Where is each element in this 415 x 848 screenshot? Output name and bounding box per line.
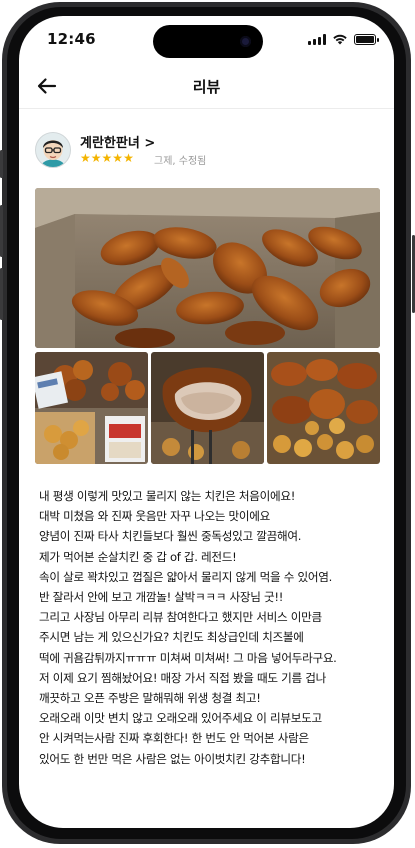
review-photo-thumbnail[interactable]: [151, 352, 264, 464]
wifi-icon: [333, 34, 347, 45]
review-text-line: 그리고 사장님 아무리 리뷰 참여한다고 했지만 서비스 이만큼: [39, 610, 322, 625]
review-body: 내 평생 이렇게 맛있고 물리지 않는 치킨은 처음이에요! 대박 미쳤음 와 진…: [39, 486, 379, 769]
rating-stars: ★ ★ ★ ★ ★: [80, 151, 134, 165]
review-text-line: 양념이 진짜 타사 치킨들보다 훨씬 중독성있고 깔끔해여.: [39, 529, 302, 544]
review-text-line: 안 시켜먹는사람 진짜 후회한다! 한 번도 안 먹어본 사람은: [39, 731, 309, 746]
author-name[interactable]: 계란한판녀 >: [80, 132, 155, 151]
avatar-illustration: [36, 133, 70, 167]
star-icon: ★: [112, 151, 124, 165]
battery-icon: [354, 33, 379, 45]
review-text-line: 속이 살로 꽉차있고 껍질은 얇아서 물리지 않게 먹을 수 있어염.: [39, 569, 333, 584]
review-text-line: 떡에 귀욤감튀까지ㅠㅠㅠ 미쳐써 미쳐써! 그 마음 넣어두라구요.: [39, 650, 337, 665]
action-button: [0, 150, 3, 178]
star-icon: ★: [90, 151, 102, 165]
volume-down-button: [0, 268, 3, 320]
review-photo-thumbnail[interactable]: [267, 352, 380, 464]
review-text-line: 저 이제 요기 찜해놨어요! 매장 가서 직접 봤을 때도 기름 겁나: [39, 670, 326, 685]
review-text-line: 내 평생 이렇게 맛있고 물리지 않는 치킨은 처음이에요!: [39, 489, 296, 503]
review-text-line: 깨끗하고 오픈 주방은 말해뭐해 위생 청결 최고!: [39, 691, 261, 706]
top-nav-bar: 리뷰: [19, 64, 394, 109]
avatar[interactable]: [35, 132, 71, 168]
page-title: 리뷰: [192, 78, 221, 96]
screen: 12:46 리뷰 계란한판녀 > ★ ★ ★ ★ ★ 그제, 수정됨 내 평생 …: [19, 16, 394, 828]
status-icons: [308, 33, 379, 45]
review-text-line: 있어도 한 번만 먹은 사람은 없는 아이벗치킨 강추합니다!: [39, 751, 306, 766]
review-author: 계란한판녀 > ★ ★ ★ ★ ★ 그제, 수정됨: [35, 132, 375, 172]
review-photo-thumbnail[interactable]: [35, 352, 148, 464]
cellular-signal-icon: [308, 33, 326, 45]
volume-up-button: [0, 205, 3, 257]
delivery-spread-photo: [35, 352, 148, 464]
chicken-and-cheeseballs-photo: [267, 352, 380, 464]
review-text-line: 주시면 남는 게 있으신가요? 치킨도 최상급인데 치즈볼에: [39, 630, 304, 645]
star-icon: ★: [123, 151, 134, 165]
review-photo-main[interactable]: [35, 188, 380, 348]
review-text-line: 반 잘라서 안에 보고 개깜놀! 살박ㅋㅋㅋ 사장님 굿!!: [39, 590, 284, 605]
star-icon: ★: [101, 151, 113, 165]
status-bar: 12:46: [19, 16, 394, 60]
review-text-line: 제가 먹어본 순살치킨 중 갑 of 갑. 레전드!: [39, 549, 237, 564]
status-time: 12:46: [47, 30, 96, 48]
chicken-cross-section-photo: [151, 352, 264, 464]
camera-icon: [240, 36, 251, 47]
review-text-line: 대박 미쳤음 와 진짜 웃음만 자꾸 나오는 맛이에요: [39, 509, 271, 524]
star-icon: ★: [80, 151, 91, 165]
review-date: 그제, 수정됨: [154, 156, 207, 167]
dynamic-island: [153, 25, 263, 58]
fried-chicken-photo: [35, 188, 380, 348]
review-text-line: 오래오래 이맛 변치 않고 오래오래 있어주세요 이 리뷰보도고: [39, 711, 322, 726]
